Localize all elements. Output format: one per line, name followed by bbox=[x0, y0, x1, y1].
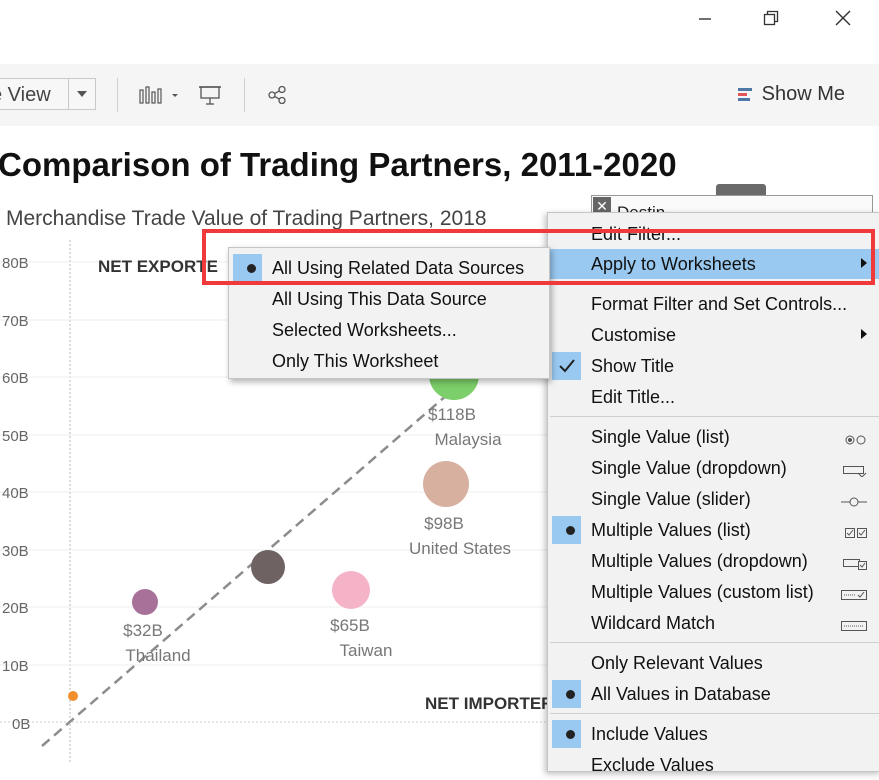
bubble-united-states[interactable] bbox=[423, 461, 469, 507]
toolbar-divider bbox=[244, 78, 245, 112]
show-me-button[interactable]: Show Me bbox=[737, 83, 845, 106]
menu-item-multiple-values-custom-list[interactable]: Multiple Values (custom list) bbox=[548, 577, 879, 607]
menu-item-wildcard-match[interactable]: Wildcard Match bbox=[548, 608, 879, 638]
chevron-right-icon bbox=[861, 329, 867, 339]
close-button[interactable] bbox=[814, 0, 872, 36]
filter-context-menu: Edit Filter... Apply to Worksheets Forma… bbox=[547, 212, 879, 775]
bubble-partner[interactable] bbox=[251, 550, 285, 584]
show-me-label: Show Me bbox=[761, 83, 845, 105]
custom-list-icon bbox=[841, 585, 867, 606]
menu-item-only-relevant-values[interactable]: Only Relevant Values bbox=[548, 648, 879, 678]
menu-item-show-title[interactable]: Show Title bbox=[548, 351, 879, 381]
y-tick-label: 20B bbox=[2, 600, 29, 617]
wildcard-icon bbox=[841, 616, 867, 637]
y-tick-label: 0B bbox=[12, 716, 30, 733]
y-tick-label: 10B bbox=[2, 658, 29, 675]
toolbar: e View Show Me bbox=[0, 64, 879, 126]
slider-icon bbox=[841, 492, 867, 513]
view-select[interactable]: e View bbox=[0, 78, 96, 110]
chevron-right-icon bbox=[861, 258, 867, 268]
close-icon bbox=[835, 10, 851, 26]
submenu-item-all-this-source[interactable]: All Using This Data Source bbox=[229, 284, 549, 314]
y-tick-label: 30B bbox=[2, 543, 29, 560]
selected-bullet-icon bbox=[566, 526, 575, 535]
quadrant-label-exporter: NET EXPORTE bbox=[98, 257, 218, 276]
submenu-item-only-this-worksheet[interactable]: Only This Worksheet bbox=[229, 346, 549, 376]
bubble-value-label: $118B bbox=[428, 405, 476, 424]
menu-item-single-value-slider[interactable]: Single Value (slider) bbox=[548, 484, 879, 514]
menu-item-include-values[interactable]: Include Values bbox=[548, 719, 879, 749]
sheet-title: Comparison of Trading Partners, 2011-202… bbox=[0, 146, 677, 183]
y-tick-label: 50B bbox=[2, 428, 29, 445]
bar-chart-icon[interactable] bbox=[139, 84, 179, 106]
menu-item-apply-to-worksheets[interactable]: Apply to Worksheets bbox=[548, 249, 879, 279]
title-bar bbox=[0, 0, 879, 64]
menu-item-exclude-values[interactable]: Exclude Values bbox=[548, 750, 879, 780]
menu-separator bbox=[550, 416, 879, 417]
sheet-subtitle: Merchandise Trade Value of Trading Partn… bbox=[6, 207, 487, 230]
share-icon[interactable] bbox=[268, 84, 286, 106]
show-me-icon bbox=[737, 87, 752, 101]
y-tick-label: 60B bbox=[2, 370, 29, 387]
chevron-down-icon[interactable] bbox=[68, 79, 95, 109]
menu-item-edit-filter[interactable]: Edit Filter... bbox=[548, 219, 879, 249]
toolbar-divider bbox=[117, 78, 118, 112]
quadrant-label-importer: NET IMPORTER bbox=[425, 694, 553, 713]
bubble-name-label: Malaysia bbox=[434, 430, 502, 449]
minimize-icon bbox=[699, 18, 711, 20]
bubble-value-label: $65B bbox=[330, 616, 370, 635]
submenu-item-all-related-sources[interactable]: All Using Related Data Sources bbox=[229, 253, 549, 283]
menu-item-edit-title[interactable]: Edit Title... bbox=[548, 382, 879, 412]
dropdown-checkbox-icon bbox=[843, 554, 867, 575]
bubble-name-label: Thailand bbox=[125, 646, 190, 665]
y-axis-labels: 80B 70B 60B 50B 40B 30B 20B 10B 0B bbox=[2, 255, 30, 733]
menu-item-multiple-values-dropdown[interactable]: Multiple Values (dropdown) bbox=[548, 546, 879, 576]
minimize-button[interactable] bbox=[676, 0, 734, 36]
menu-item-all-values-in-database[interactable]: All Values in Database bbox=[548, 679, 879, 709]
selected-bullet-icon bbox=[566, 690, 575, 699]
menu-item-multiple-values-list[interactable]: Multiple Values (list) bbox=[548, 515, 879, 545]
bubble-value-label: $98B bbox=[424, 514, 464, 533]
presentation-icon[interactable] bbox=[199, 84, 221, 106]
bubble-taiwan[interactable] bbox=[332, 571, 370, 609]
selected-bullet-icon bbox=[566, 730, 575, 739]
menu-item-single-value-list[interactable]: Single Value (list) bbox=[548, 422, 879, 452]
y-tick-label: 40B bbox=[2, 485, 29, 502]
submenu-item-selected-worksheets[interactable]: Selected Worksheets... bbox=[229, 315, 549, 345]
restore-button[interactable] bbox=[742, 0, 800, 36]
bubble-partner-small[interactable] bbox=[68, 691, 78, 701]
bubble-name-label: United States bbox=[409, 539, 511, 558]
menu-item-customise[interactable]: Customise bbox=[548, 320, 879, 350]
checkmark-icon bbox=[552, 352, 581, 380]
radio-list-icon bbox=[845, 430, 867, 451]
selected-bullet-icon bbox=[247, 264, 256, 273]
bubble-value-label: $32B bbox=[123, 621, 163, 640]
dropdown-icon bbox=[843, 461, 867, 482]
menu-item-format-filter[interactable]: Format Filter and Set Controls... bbox=[548, 289, 879, 319]
checkbox-list-icon bbox=[845, 523, 867, 544]
y-tick-label: 70B bbox=[2, 313, 29, 330]
restore-icon bbox=[763, 10, 779, 26]
menu-separator bbox=[550, 713, 879, 714]
y-tick-label: 80B bbox=[2, 255, 29, 272]
view-select-label: e View bbox=[0, 84, 51, 106]
menu-separator bbox=[550, 642, 879, 643]
menu-item-single-value-dropdown[interactable]: Single Value (dropdown) bbox=[548, 453, 879, 483]
bubble-name-label: Taiwan bbox=[340, 641, 393, 660]
apply-to-worksheets-submenu: All Using Related Data Sources All Using… bbox=[228, 247, 550, 379]
bubble-thailand[interactable] bbox=[132, 589, 158, 615]
